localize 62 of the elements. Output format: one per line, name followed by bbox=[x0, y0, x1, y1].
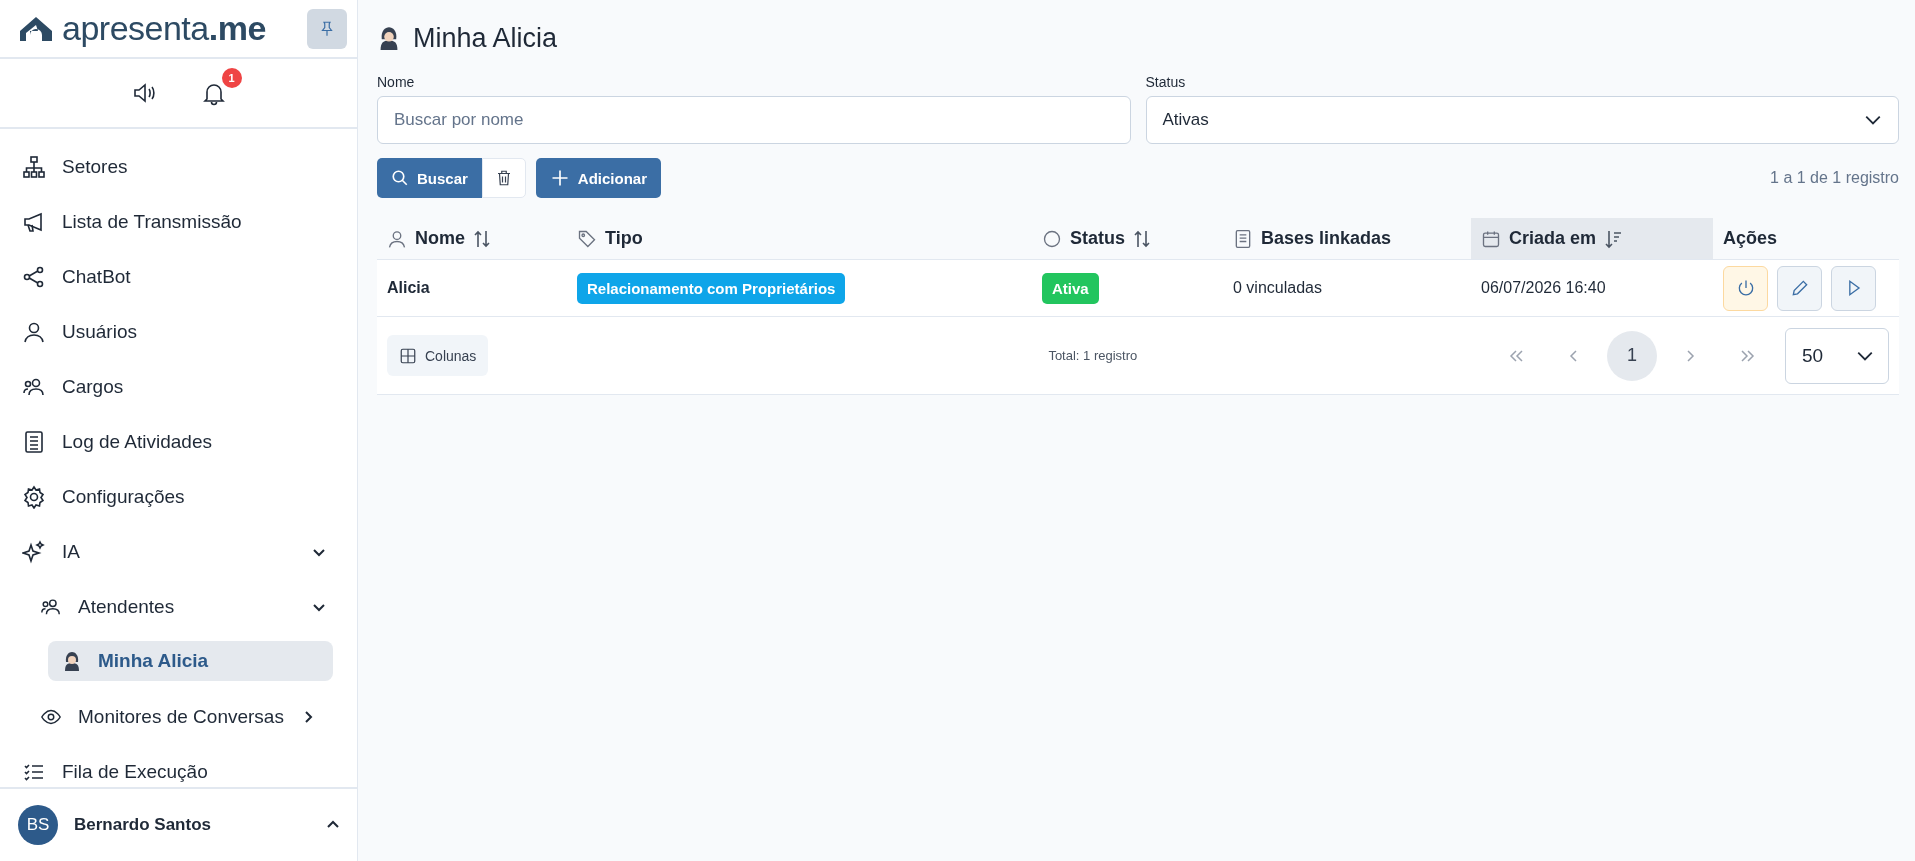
total-count: Total: 1 registro bbox=[1048, 348, 1138, 363]
page-title: Minha Alicia bbox=[413, 22, 558, 54]
nav-item[interactable]: Log de Atividades bbox=[20, 414, 333, 469]
play-button[interactable] bbox=[1831, 265, 1876, 311]
field-label: Status bbox=[1145, 74, 1187, 90]
sort-descending-icon[interactable] bbox=[1604, 228, 1623, 249]
column-header[interactable]: Bases linkadas bbox=[1223, 218, 1471, 259]
nav-item[interactable]: Lista de Transmissão bbox=[20, 194, 333, 249]
nav-item[interactable]: Configurações bbox=[20, 469, 333, 524]
search-icon bbox=[391, 169, 409, 187]
share-icon bbox=[22, 264, 46, 289]
page-size-dropdown[interactable]: 50 bbox=[1785, 327, 1889, 384]
record-range: 1 a 1 de 1 registro bbox=[1770, 169, 1899, 187]
name-search-field[interactable]: Buscar por nome bbox=[377, 96, 1131, 144]
user-avatar: BS bbox=[18, 805, 58, 845]
pin-button[interactable] bbox=[307, 8, 347, 49]
field-label: Nome bbox=[377, 74, 416, 90]
gear-icon bbox=[22, 484, 46, 509]
table-cell-text: 0 vinculadas bbox=[1232, 278, 1323, 298]
add-button[interactable]: Adicionar bbox=[535, 158, 662, 198]
sort-icon[interactable] bbox=[473, 228, 491, 249]
circle-icon bbox=[1042, 228, 1062, 249]
column-header[interactable]: Status bbox=[1032, 218, 1223, 259]
grid-icon bbox=[399, 346, 417, 365]
nav-item[interactable]: Usuários bbox=[20, 304, 333, 359]
assistant-avatar-icon bbox=[62, 650, 82, 672]
user-icon bbox=[387, 228, 407, 249]
status-tag: Ativa bbox=[1042, 272, 1099, 304]
logo[interactable]: apresenta.me bbox=[16, 9, 266, 48]
sort-icon[interactable] bbox=[1133, 228, 1151, 249]
nav-item[interactable]: Monitores de Conversas bbox=[20, 689, 333, 744]
nav-item[interactable]: Fila de Execução bbox=[20, 744, 333, 787]
column-header[interactable]: Criada em bbox=[1471, 218, 1713, 259]
tag-icon bbox=[577, 228, 597, 249]
nav-item[interactable]: Setores bbox=[20, 139, 333, 194]
pencil-icon bbox=[1789, 278, 1810, 298]
page-button[interactable]: 1 bbox=[1607, 330, 1657, 381]
sitemap-icon bbox=[22, 154, 46, 179]
clear-button[interactable] bbox=[481, 158, 526, 198]
nav-item[interactable]: Atendentes bbox=[20, 579, 333, 634]
user-name[interactable]: Bernardo Santos bbox=[74, 815, 211, 835]
power-button[interactable] bbox=[1723, 265, 1768, 311]
table-cell-text: 06/07/2026 16:40 bbox=[1480, 278, 1607, 298]
notification-badge: 1 bbox=[221, 68, 242, 88]
column-header[interactable]: Ações bbox=[1713, 218, 1899, 259]
status-dropdown[interactable]: Ativas bbox=[1145, 96, 1899, 144]
column-header[interactable]: Tipo bbox=[567, 218, 1032, 259]
speaker-icon[interactable] bbox=[131, 81, 158, 105]
nav-item[interactable]: ChatBot bbox=[20, 249, 333, 304]
edit-button[interactable] bbox=[1777, 265, 1822, 311]
sparkle-icon bbox=[22, 539, 46, 564]
table-cell-text: Alicia bbox=[386, 278, 431, 298]
type-tag: Relacionamento com Proprietários bbox=[577, 272, 846, 304]
columns-button[interactable]: Colunas bbox=[387, 335, 489, 376]
nav-item[interactable]: Minha Alicia bbox=[48, 641, 333, 681]
nav-item[interactable]: IA bbox=[20, 524, 333, 579]
search-button[interactable]: Buscar bbox=[377, 158, 482, 198]
chevron-icon bbox=[1740, 347, 1756, 364]
log-icon bbox=[22, 429, 46, 454]
chevron-icon bbox=[1508, 347, 1524, 364]
column-header[interactable]: Nome bbox=[377, 218, 567, 259]
nav-item[interactable]: Cargos bbox=[20, 359, 333, 414]
